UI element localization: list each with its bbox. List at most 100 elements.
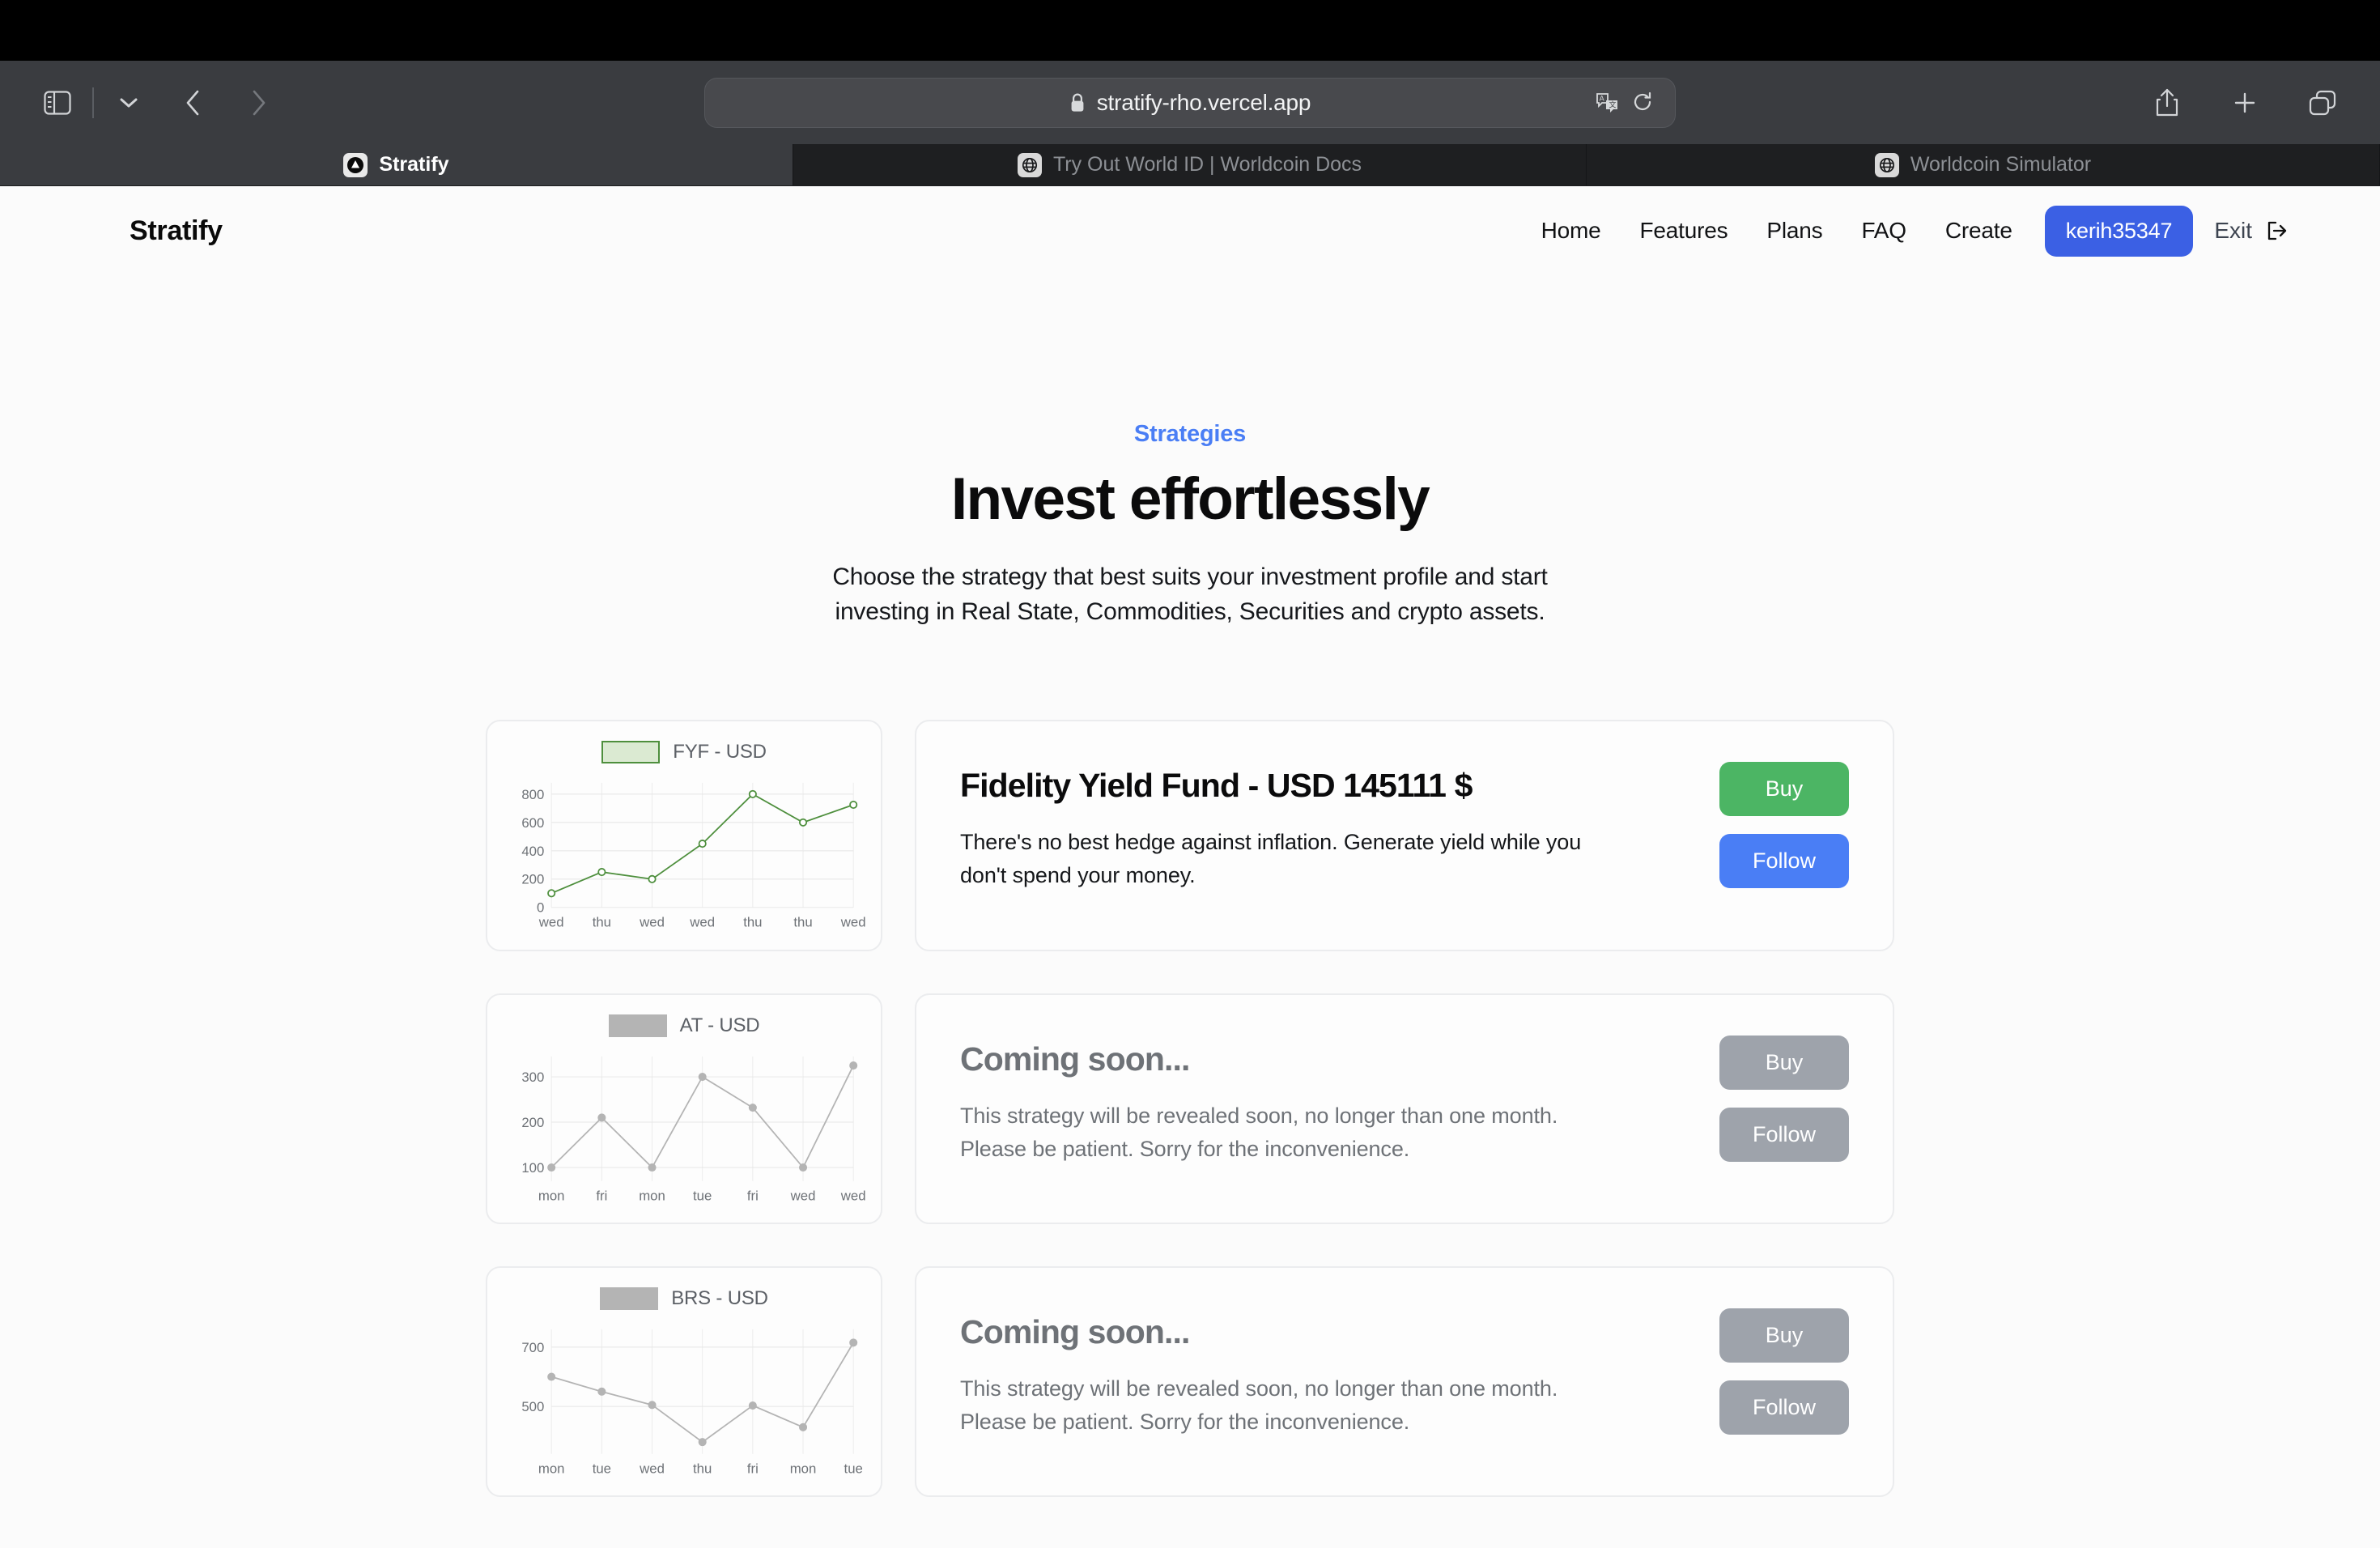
browser-tab-title: Stratify: [379, 153, 449, 176]
svg-text:thu: thu: [793, 915, 812, 930]
strategy-title: Fidelity Yield Fund - USD 145111 $: [960, 767, 1473, 805]
safari-toolbar: stratify-rho.vercel.app A 文: [0, 61, 2380, 144]
strategy-info-card: Coming soon... This strategy will be rev…: [915, 1265, 1894, 1498]
strategy-chart-card: FYF - USD 0 200 400 600 800 wed thu wed wed thu th…: [486, 720, 882, 951]
strategy-title: Coming soon...: [960, 1312, 1190, 1350]
nav-item-features[interactable]: Features: [1620, 218, 1747, 244]
svg-text:100: 100: [521, 1159, 544, 1175]
hero-eyebrow: Strategies: [1133, 421, 1247, 447]
legend-swatch: [608, 1014, 667, 1037]
nav-item-plans[interactable]: Plans: [1747, 218, 1842, 244]
strategy-description: This strategy will be revealed soon, no …: [960, 1103, 1558, 1161]
chart-legend: FYF - USD: [502, 741, 866, 764]
strategy-list: FYF - USD 0 200 400 600 800 wed thu wed wed thu th…: [0, 720, 2380, 1498]
site-logo[interactable]: Stratify: [130, 215, 223, 247]
plus-icon[interactable]: [2221, 79, 2268, 126]
nav-item-home[interactable]: Home: [1522, 218, 1621, 244]
svg-text:700: 700: [521, 1340, 544, 1355]
svg-text:800: 800: [521, 787, 544, 802]
strategy-line-chart: 500 700 mon tue wed thu fri mon tue: [521, 1329, 863, 1476]
follow-button[interactable]: Follow: [1719, 834, 1849, 889]
back-arrow-icon[interactable]: [170, 79, 217, 126]
browser-tab-worldcoin-simulator[interactable]: Worldcoin Simulator: [1587, 144, 2380, 185]
strategy-chart-card: BRS - USD 500 700 mon tue wed thu fri mon tue: [486, 1265, 882, 1498]
tab-strip: Stratify Try Out World ID | Worldcoin Do…: [0, 144, 2380, 186]
toolbar-divider: [92, 87, 94, 118]
share-icon[interactable]: [2144, 79, 2191, 126]
svg-text:fri: fri: [596, 1188, 607, 1203]
hero-subtitle: Choose the strategy that best suits your…: [0, 560, 2380, 629]
svg-text:wed: wed: [840, 1188, 866, 1203]
nav-item-faq[interactable]: FAQ: [1842, 218, 1925, 244]
svg-text:wed: wed: [639, 915, 665, 930]
buy-button[interactable]: Buy: [1719, 762, 1849, 817]
svg-text:thu: thu: [593, 915, 611, 930]
url-text: stratify-rho.vercel.app: [1096, 89, 1311, 115]
svg-text:文: 文: [1609, 100, 1617, 108]
worldcoin-globe-icon: [1017, 152, 1042, 177]
strategy-description: This strategy will be revealed soon, no …: [960, 1376, 1558, 1434]
svg-text:fri: fri: [747, 1461, 759, 1476]
reload-icon[interactable]: [1633, 91, 1654, 114]
svg-text:tue: tue: [593, 1461, 611, 1476]
exit-button[interactable]: Exit: [2204, 218, 2289, 244]
strategy-row: FYF - USD 0 200 400 600 800 wed thu wed wed thu th…: [486, 720, 1894, 951]
strategy-info-card: Coming soon... This strategy will be rev…: [915, 993, 1894, 1224]
strategy-title: Coming soon...: [960, 1040, 1190, 1078]
translate-icon[interactable]: A 文: [1596, 91, 1620, 114]
chevron-down-icon[interactable]: [105, 79, 152, 126]
svg-text:400: 400: [521, 844, 544, 859]
strategy-row: AT - USD 100 200 300 mon fri mon tue fri wed wed …: [486, 993, 1894, 1224]
legend-swatch: [600, 1286, 659, 1310]
strategy-line-chart: 0 200 400 600 800 wed thu wed wed thu thu wed: [521, 783, 866, 930]
buy-button[interactable]: Buy: [1719, 1035, 1849, 1090]
strategy-description: There's no best hedge against inflation.…: [960, 830, 1582, 888]
sidebar-icon[interactable]: [34, 79, 81, 126]
svg-text:0: 0: [537, 900, 544, 916]
nav-item-create[interactable]: Create: [1926, 218, 2032, 244]
hero-subtitle-line-1: Choose the strategy that best suits your…: [832, 563, 1548, 590]
strategy-line-chart: 100 200 300 mon fri mon tue fri wed wed: [521, 1056, 866, 1203]
hero-section: Strategies Invest effortlessly Choose th…: [0, 421, 2380, 629]
chart-legend: AT - USD: [502, 1014, 866, 1037]
hero-subtitle-line-2: investing in Real State, Commodities, Se…: [835, 598, 1545, 625]
browser-tab-worldid-docs[interactable]: Try Out World ID | Worldcoin Docs: [793, 144, 1587, 185]
svg-text:tue: tue: [693, 1188, 712, 1203]
svg-text:600: 600: [521, 815, 544, 831]
forward-arrow-icon[interactable]: [235, 79, 282, 126]
strategy-actions: Buy Follow: [1719, 762, 1849, 889]
address-bar[interactable]: stratify-rho.vercel.app A 文: [704, 77, 1676, 128]
svg-text:thu: thu: [693, 1461, 712, 1476]
svg-text:wed: wed: [538, 915, 564, 930]
svg-text:200: 200: [521, 872, 544, 887]
strategy-info-card: Fidelity Yield Fund - USD 145111 $ There…: [915, 720, 1894, 951]
legend-label: FYF - USD: [673, 741, 767, 763]
user-account-button[interactable]: kerih35347: [2044, 205, 2194, 257]
exit-label: Exit: [2214, 218, 2252, 243]
svg-text:wed: wed: [840, 915, 866, 930]
browser-tab-stratify[interactable]: Stratify: [0, 144, 793, 185]
buy-button[interactable]: Buy: [1719, 1308, 1849, 1363]
svg-text:mon: mon: [538, 1461, 565, 1476]
strategy-chart-card: AT - USD 100 200 300 mon fri mon tue fri wed wed: [486, 993, 882, 1224]
lock-icon: [1069, 92, 1086, 113]
legend-label: BRS - USD: [671, 1286, 768, 1309]
svg-text:mon: mon: [538, 1188, 565, 1203]
strategy-row: BRS - USD 500 700 mon tue wed thu fri mon tue Co…: [486, 1265, 1894, 1498]
legend-swatch: [601, 741, 661, 764]
logout-icon: [2265, 219, 2289, 243]
svg-text:A: A: [1600, 94, 1604, 102]
tab-overview-icon[interactable]: [2299, 79, 2346, 126]
strategy-actions: Buy Follow: [1719, 1308, 1849, 1435]
follow-button[interactable]: Follow: [1719, 1380, 1849, 1435]
svg-text:200: 200: [521, 1115, 544, 1130]
svg-text:thu: thu: [743, 915, 762, 930]
site-header: Stratify Home Features Plans FAQ Create …: [0, 186, 2380, 275]
svg-text:300: 300: [521, 1070, 544, 1085]
follow-button[interactable]: Follow: [1719, 1107, 1849, 1162]
stratify-triangle-icon: [343, 152, 368, 177]
svg-text:wed: wed: [689, 915, 715, 930]
page-title: Invest effortlessly: [950, 466, 1430, 532]
legend-label: AT - USD: [679, 1014, 760, 1036]
svg-text:tue: tue: [844, 1461, 863, 1476]
